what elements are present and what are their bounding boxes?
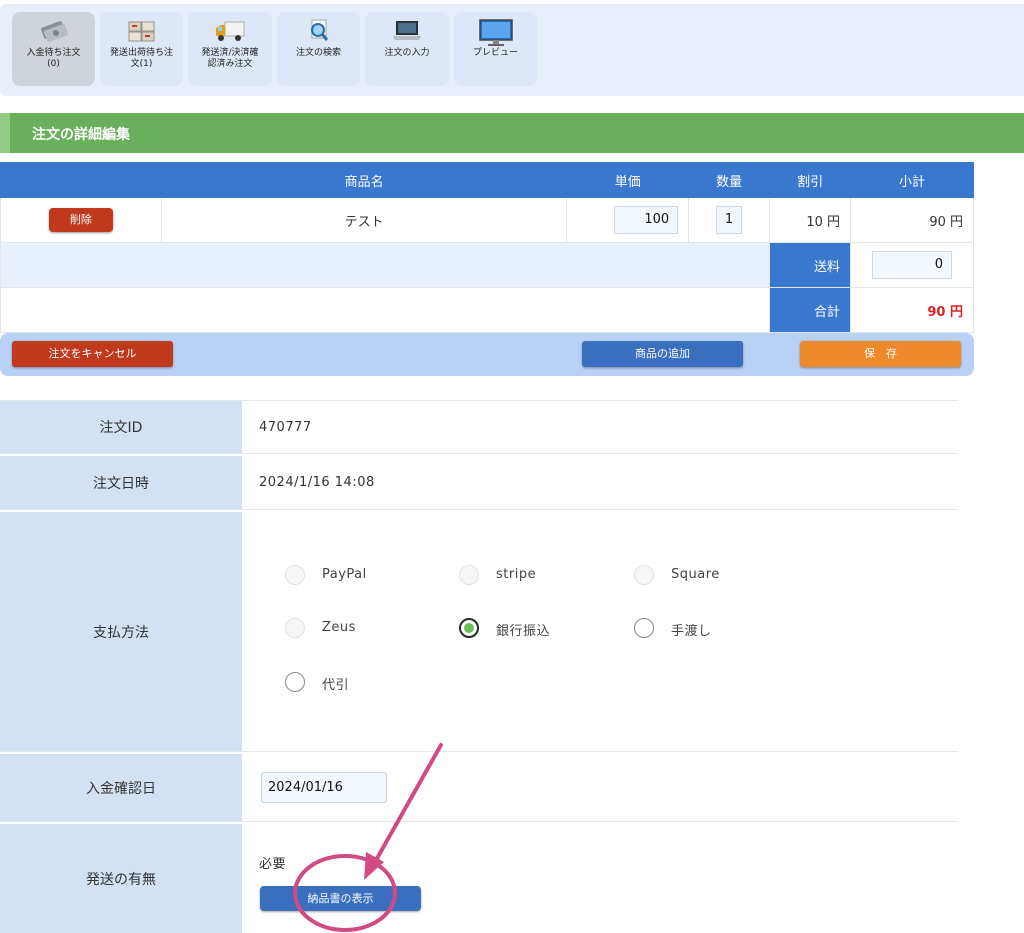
- toolbar-label: 発送出荷待ち注 文(1): [109, 48, 173, 69]
- radio-label: 代引: [322, 678, 350, 693]
- add-item-button[interactable]: 商品の追加: [582, 341, 743, 367]
- search-document-icon: [310, 19, 328, 41]
- boxes-icon: [128, 21, 154, 42]
- toolbar-item-preview[interactable]: プレビュー: [454, 12, 537, 86]
- shipping-required-label: 発送の有無: [0, 824, 242, 933]
- radio-indicator: [459, 565, 479, 585]
- total-spacer: [0, 287, 771, 333]
- qty-cell: 1: [688, 197, 771, 243]
- shipping-required-row: 発送の有無 必要 納品書の表示: [0, 824, 958, 933]
- shipping-label: 送料: [769, 242, 852, 288]
- quantity-input[interactable]: 1: [716, 206, 743, 234]
- shipping-required-value: 必要: [259, 857, 287, 872]
- order-date-row: 注文日時 2024/1/16 14:08: [0, 456, 958, 510]
- toolbar-label: 注文の検索: [295, 48, 341, 58]
- save-button[interactable]: 保 存: [800, 341, 961, 367]
- toolbar-item-awaiting-shipment[interactable]: 発送出荷待ち注 文(1): [100, 12, 183, 86]
- order-date-value: 2024/1/16 14:08: [259, 475, 375, 490]
- payment-date-row: 入金確認日 2024/01/16: [0, 754, 958, 822]
- radio-indicator: [285, 565, 305, 585]
- cancel-order-button[interactable]: 注文をキャンセル: [12, 341, 173, 367]
- radio-indicator: [459, 618, 479, 638]
- shipping-spacer: [0, 242, 771, 288]
- radio-indicator: [634, 618, 654, 638]
- shipping-fee-input[interactable]: 0: [872, 251, 953, 279]
- subtotal-cell: 90 円: [850, 197, 974, 243]
- product-name-cell: テスト: [160, 197, 568, 243]
- shipping-value-cell: 0: [850, 242, 974, 288]
- truck-icon: [216, 21, 245, 41]
- order-date-label: 注文日時: [0, 456, 242, 509]
- toolbar-label: 発送済/決済確 認済み注文: [201, 48, 259, 69]
- show-invoice-button[interactable]: 納品書の表示: [260, 886, 421, 911]
- radio-indicator: [634, 565, 654, 585]
- toolbar-item-shipped[interactable]: 発送済/決済確 認済み注文: [188, 12, 272, 86]
- header-blank: [0, 162, 162, 198]
- payment-method-row: 支払方法 PayPal stripe Square Zeus 銀行振込 手渡し …: [0, 512, 958, 752]
- header-quantity: 数量: [688, 162, 771, 198]
- section-title: 注文の詳細編集: [32, 127, 130, 143]
- order-id-value: 470777: [259, 420, 312, 435]
- header-discount: 割引: [769, 162, 852, 198]
- order-toolbar: 入金待ち注文 (0) 発送出荷待ち注 文(1) 発送済/決済確 認済み注文 注文…: [0, 4, 1024, 96]
- header-unit-price: 単価: [566, 162, 690, 198]
- order-actions-bar: 注文をキャンセル 商品の追加 保 存: [0, 333, 974, 376]
- toolbar-label: 注文の入力: [384, 48, 430, 58]
- toolbar-item-awaiting-payment[interactable]: 入金待ち注文 (0): [12, 12, 95, 86]
- toolbar-item-search-orders[interactable]: 注文の検索: [277, 12, 360, 86]
- laptop-icon: [393, 21, 421, 40]
- toolbar-item-enter-order[interactable]: 注文の入力: [365, 12, 449, 86]
- radio-indicator: [285, 672, 305, 692]
- total-row: 合計 90 円: [0, 287, 974, 333]
- order-id-label: 注文ID: [0, 401, 242, 453]
- payment-date-label: 入金確認日: [0, 754, 242, 821]
- radio-label: Zeus: [322, 620, 356, 635]
- total-label: 合計: [769, 287, 852, 333]
- payment-date-input[interactable]: 2024/01/16: [261, 772, 387, 803]
- radio-label: 銀行振込: [496, 624, 551, 639]
- table-header-row: 商品名 単価 数量 割引 小計: [0, 162, 974, 198]
- delete-cell: 削除: [0, 197, 162, 243]
- payment-method-label: 支払方法: [0, 512, 242, 751]
- radio-label: 手渡し: [671, 624, 712, 639]
- radio-label: Square: [671, 567, 720, 582]
- shipping-row: 送料 0: [0, 242, 974, 288]
- header-subtotal: 小計: [850, 162, 974, 198]
- order-id-row: 注文ID 470777: [0, 400, 958, 454]
- toolbar-label: プレビュー: [472, 48, 518, 58]
- price-cell: 100: [566, 197, 690, 243]
- monitor-icon: [478, 19, 513, 46]
- section-header: 注文の詳細編集: [0, 113, 1024, 153]
- total-value: 90 円: [850, 287, 974, 333]
- delete-button[interactable]: 削除: [48, 208, 113, 232]
- toolbar-label: 入金待ち注文 (0): [26, 48, 81, 69]
- radio-label: PayPal: [322, 567, 367, 582]
- money-icon: [40, 21, 68, 42]
- discount-cell: 10 円: [769, 197, 852, 243]
- header-product-name: 商品名: [160, 162, 568, 198]
- order-items-table: 商品名 単価 数量 割引 小計 削除 テスト 100 1 10 円 90 円 送…: [0, 162, 974, 333]
- table-row: 削除 テスト 100 1 10 円 90 円: [0, 197, 974, 243]
- radio-indicator: [285, 618, 305, 638]
- radio-label: stripe: [496, 567, 537, 582]
- unit-price-input[interactable]: 100: [614, 206, 679, 234]
